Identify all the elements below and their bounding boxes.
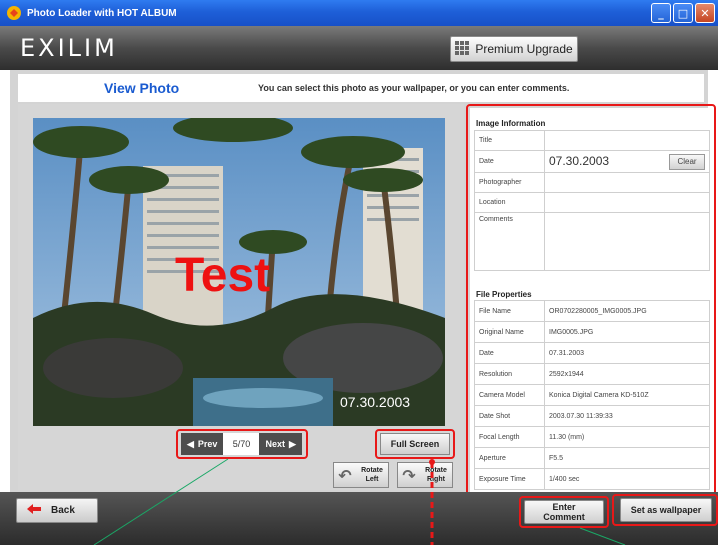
file-prop-value: Konica Digital Camera KD-510Z: [544, 384, 710, 406]
file-prop-row: Focal Length 11.30 (mm): [474, 426, 710, 448]
date-field[interactable]: 07.30.2003 Clear: [544, 150, 710, 173]
exilim-logo: EXILIM: [20, 34, 118, 62]
back-button[interactable]: Back: [16, 498, 98, 523]
file-prop-label: Focal Length: [474, 426, 545, 448]
title-field[interactable]: [544, 130, 710, 151]
prev-button[interactable]: ◀ Prev: [181, 433, 223, 455]
premium-upgrade-label: Premium Upgrade: [475, 42, 573, 56]
photographer-field[interactable]: [544, 172, 710, 193]
view-header: View Photo You can select this photo as …: [18, 74, 704, 102]
rotate-right-label: Rotate Right: [420, 466, 452, 484]
bottom-bar: [0, 492, 718, 545]
info-row-comments: Comments: [474, 212, 710, 271]
file-prop-row: Camera Model Konica Digital Camera KD-510…: [474, 384, 710, 406]
info-row-location: Location: [474, 192, 710, 213]
window-title: Photo Loader with HOT ALBUM: [27, 7, 177, 19]
file-prop-row: Exposure Time 1/400 sec: [474, 468, 710, 490]
file-prop-row: Date 07.31.2003: [474, 342, 710, 364]
image-information-table: Title Date 07.30.2003 Clear Photographer…: [474, 130, 710, 271]
app-header: EXILIM Premium Upgrade: [0, 26, 718, 70]
image-information-title: Image Information: [476, 119, 546, 128]
file-properties-table: File Name OR0702280005_IMG0005.JPG Origin…: [474, 300, 710, 490]
rotate-right-label-line1: Rotate: [425, 467, 447, 474]
set-wallpaper-button[interactable]: Set as wallpaper: [620, 498, 712, 522]
photo-counter: 5/70: [223, 433, 260, 455]
enter-comment-label-line1: Enter: [552, 502, 576, 512]
file-prop-label: File Name: [474, 300, 545, 322]
back-label: Back: [51, 505, 75, 516]
info-row-title: Title: [474, 130, 710, 151]
file-prop-value: IMG0005.JPG: [544, 321, 710, 343]
rotate-right-label-line2: Right: [427, 476, 445, 483]
info-row-photographer: Photographer: [474, 172, 710, 193]
clear-date-button[interactable]: Clear: [669, 153, 705, 170]
file-properties-title: File Properties: [476, 290, 532, 299]
rotate-right-icon: ↷: [402, 465, 416, 485]
prev-label: Prev: [197, 439, 218, 449]
file-prop-row: Date Shot 2003.07.30 11:39:33: [474, 405, 710, 427]
page-title: View Photo: [104, 80, 180, 96]
file-prop-value: 11.30 (mm): [544, 426, 710, 448]
file-prop-value: 1/400 sec: [544, 468, 710, 490]
rotate-left-label-line2: Left: [365, 476, 379, 483]
minimize-button[interactable]: _: [651, 3, 671, 23]
info-label: Location: [474, 192, 545, 213]
file-prop-row: Original Name IMG0005.JPG: [474, 321, 710, 343]
comments-field[interactable]: [544, 212, 710, 271]
file-prop-row: File Name OR0702280005_IMG0005.JPG: [474, 300, 710, 322]
file-prop-label: Date: [474, 342, 545, 364]
file-prop-value: F5.5: [544, 447, 710, 469]
file-prop-value: 2592x1944: [544, 363, 710, 385]
enter-comment-button[interactable]: Enter Comment: [524, 500, 604, 524]
file-prop-row: Resolution 2592x1944: [474, 363, 710, 385]
info-label: Date: [474, 150, 545, 173]
file-prop-label: Resolution: [474, 363, 545, 385]
location-field[interactable]: [544, 192, 710, 213]
info-label: Photographer: [474, 172, 545, 193]
maximize-button[interactable]: □: [673, 3, 693, 23]
full-screen-button[interactable]: Full Screen: [380, 433, 450, 455]
rotate-left-icon: ↶: [338, 465, 352, 485]
page-subtitle: You can select this photo as your wallpa…: [258, 83, 570, 93]
enter-comment-label-line2: Comment: [543, 512, 585, 522]
next-label: Next: [265, 439, 285, 449]
rotate-left-label-line1: Rotate: [361, 467, 383, 474]
window-titlebar: Photo Loader with HOT ALBUM _ □ ✕: [0, 0, 718, 26]
date-value: 07.30.2003: [549, 153, 610, 168]
file-prop-value: 07.31.2003: [544, 342, 710, 364]
photo-overlay-text: Test: [175, 249, 271, 302]
close-button[interactable]: ✕: [695, 3, 715, 23]
file-prop-label: Exposure Time: [474, 468, 545, 490]
file-prop-value: 2003.07.30 11:39:33: [544, 405, 710, 427]
premium-upgrade-button[interactable]: Premium Upgrade: [450, 36, 578, 62]
info-row-date: Date 07.30.2003 Clear: [474, 150, 710, 173]
file-prop-row: Aperture F5.5: [474, 447, 710, 469]
rotate-left-button[interactable]: ↶ Rotate Left: [333, 462, 389, 488]
grid-icon: [455, 40, 470, 58]
rotate-right-button[interactable]: ↷ Rotate Right: [397, 462, 453, 488]
info-label: Title: [474, 130, 545, 151]
file-prop-label: Camera Model: [474, 384, 545, 406]
app-icon: [6, 5, 22, 21]
triangle-right-icon: ▶: [288, 438, 296, 449]
file-prop-label: Date Shot: [474, 405, 545, 427]
file-prop-label: Original Name: [474, 321, 545, 343]
photo-date-stamp: 07.30.2003: [340, 394, 411, 410]
photo-navigation: ◀ Prev 5/70 Next ▶: [181, 433, 302, 455]
info-label: Comments: [474, 212, 545, 271]
enter-comment-label: Enter Comment: [543, 502, 585, 522]
file-prop-value: OR0702280005_IMG0005.JPG: [544, 300, 710, 322]
triangle-left-icon: ◀: [187, 438, 194, 449]
arrow-left-icon: [27, 504, 41, 517]
next-button[interactable]: Next ▶: [259, 433, 301, 455]
file-prop-label: Aperture: [474, 447, 545, 469]
rotate-left-label: Rotate Left: [356, 466, 388, 484]
